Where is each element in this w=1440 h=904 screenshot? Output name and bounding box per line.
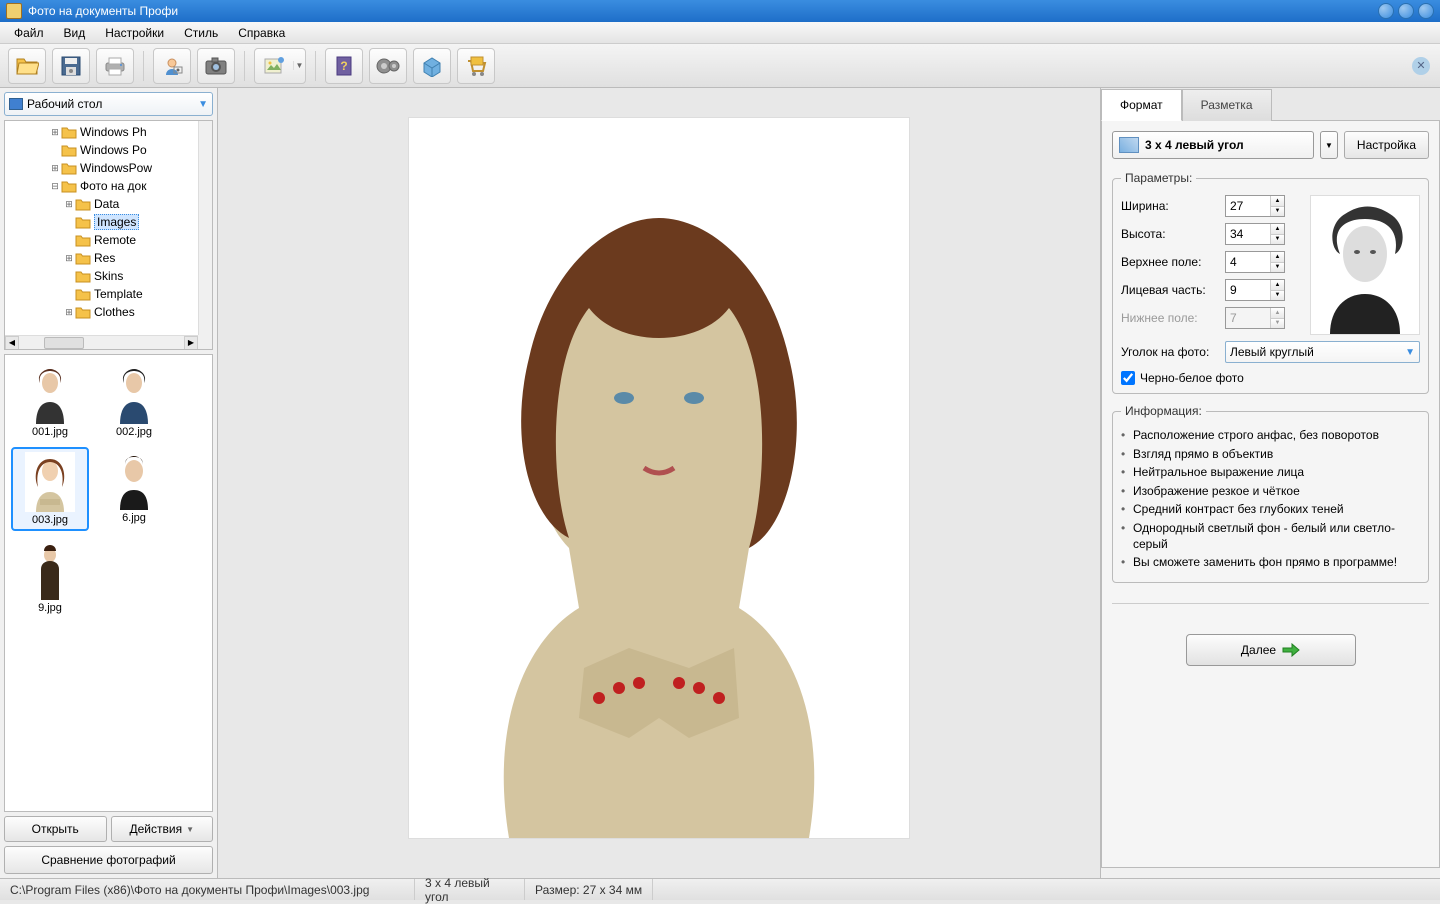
app-icon bbox=[6, 3, 22, 19]
canvas-area bbox=[218, 88, 1100, 878]
thumbnail-item[interactable]: 9.jpg bbox=[11, 537, 89, 617]
menu-settings[interactable]: Настройки bbox=[97, 24, 172, 42]
close-button[interactable] bbox=[1418, 3, 1434, 19]
thumbnail-item[interactable]: 003.jpg bbox=[11, 447, 89, 531]
tree-item[interactable]: Windows Po bbox=[7, 141, 210, 159]
status-path: C:\Program Files (x86)\Фото на документы… bbox=[0, 879, 415, 900]
menubar: Файл Вид Настройки Стиль Справка bbox=[0, 22, 1440, 44]
bw-checkbox[interactable]: Черно-белое фото bbox=[1121, 371, 1420, 385]
menu-file[interactable]: Файл bbox=[6, 24, 52, 42]
package-button[interactable] bbox=[413, 48, 451, 84]
bottom-label: Нижнее поле: bbox=[1121, 311, 1219, 325]
tree-vscroll[interactable] bbox=[198, 121, 212, 335]
cart-button[interactable] bbox=[457, 48, 495, 84]
tree-hscroll[interactable]: ◀ ▶ bbox=[5, 335, 198, 349]
scroll-right-icon[interactable]: ▶ bbox=[184, 336, 198, 350]
info-item: Однородный светлый фон - белый или светл… bbox=[1121, 521, 1420, 552]
close-panel-icon[interactable]: ✕ bbox=[1412, 57, 1430, 75]
corner-combo[interactable]: Левый круглый▼ bbox=[1225, 341, 1420, 363]
window-title: Фото на документы Профи bbox=[28, 4, 1378, 18]
thumbnail-item[interactable]: 001.jpg bbox=[11, 361, 89, 441]
info-item: Средний контраст без глубоких теней bbox=[1121, 502, 1420, 518]
location-label: Рабочий стол bbox=[27, 97, 102, 111]
open-folder-button[interactable] bbox=[8, 48, 46, 84]
height-spinner[interactable]: 34▲▼ bbox=[1225, 223, 1285, 245]
toolbar: ▼ ? ✕ bbox=[0, 44, 1440, 88]
tree-item[interactable]: ⊞Windows Ph bbox=[7, 123, 210, 141]
bottom-spinner: 7▲▼ bbox=[1225, 307, 1285, 329]
statusbar: C:\Program Files (x86)\Фото на документы… bbox=[0, 878, 1440, 900]
help2-button[interactable]: ? bbox=[325, 48, 363, 84]
info-item: Вы сможете заменить фон прямо в программ… bbox=[1121, 555, 1420, 571]
next-button[interactable]: Далее bbox=[1186, 634, 1356, 666]
video-button[interactable] bbox=[369, 48, 407, 84]
tree-item[interactable]: Remote bbox=[7, 231, 210, 249]
preview-thumbnail bbox=[1310, 195, 1420, 335]
sidebar: Рабочий стол ▼ ⊞Windows PhWindows Po⊞Win… bbox=[0, 88, 218, 878]
photo-canvas[interactable] bbox=[409, 118, 909, 838]
tree-item[interactable]: ⊞Clothes bbox=[7, 303, 210, 321]
tree-item[interactable]: Images bbox=[7, 213, 210, 231]
face-detect-button[interactable] bbox=[153, 48, 191, 84]
tree-item[interactable]: Template bbox=[7, 285, 210, 303]
status-preset: 3 x 4 левый угол bbox=[415, 879, 525, 900]
menu-view[interactable]: Вид bbox=[56, 24, 94, 42]
actions-button[interactable]: Действия▼ bbox=[111, 816, 214, 842]
width-label: Ширина: bbox=[1121, 199, 1219, 213]
open-button[interactable]: Открыть bbox=[4, 816, 107, 842]
height-label: Высота: bbox=[1121, 227, 1219, 241]
tree-item[interactable]: ⊞Data bbox=[7, 195, 210, 213]
preset-dropdown[interactable]: ▼ bbox=[1320, 131, 1338, 159]
arrow-right-icon bbox=[1282, 643, 1300, 657]
tree-item[interactable]: ⊞Res bbox=[7, 249, 210, 267]
titlebar: Фото на документы Профи bbox=[0, 0, 1440, 22]
scroll-thumb[interactable] bbox=[44, 337, 84, 349]
top-spinner[interactable]: 4▲▼ bbox=[1225, 251, 1285, 273]
tree-item[interactable]: ⊞WindowsPow bbox=[7, 159, 210, 177]
maximize-button[interactable] bbox=[1398, 3, 1414, 19]
tab-format[interactable]: Формат bbox=[1101, 89, 1182, 121]
print-button[interactable] bbox=[96, 48, 134, 84]
params-legend: Параметры: bbox=[1121, 171, 1196, 185]
svg-text:?: ? bbox=[340, 59, 347, 73]
info-item: Нейтральное выражение лица bbox=[1121, 465, 1420, 481]
minimize-button[interactable] bbox=[1378, 3, 1394, 19]
face-spinner[interactable]: 9▲▼ bbox=[1225, 279, 1285, 301]
face-label: Лицевая часть: bbox=[1121, 283, 1219, 297]
menu-help[interactable]: Справка bbox=[230, 24, 293, 42]
compare-button[interactable]: Сравнение фотографий bbox=[4, 846, 213, 874]
thumbnail-item[interactable]: 6.jpg bbox=[95, 447, 173, 531]
preset-combo[interactable]: 3 x 4 левый угол bbox=[1112, 131, 1314, 159]
location-combo[interactable]: Рабочий стол ▼ bbox=[4, 92, 213, 116]
width-spinner[interactable]: 27▲▼ bbox=[1225, 195, 1285, 217]
info-item: Изображение резкое и чёткое bbox=[1121, 484, 1420, 500]
settings-button[interactable]: Настройка bbox=[1344, 131, 1429, 159]
info-item: Взгляд прямо в объектив bbox=[1121, 447, 1420, 463]
folder-tree[interactable]: ⊞Windows PhWindows Po⊞WindowsPow⊟Фото на… bbox=[4, 120, 213, 350]
preset-label: 3 x 4 левый угол bbox=[1145, 138, 1244, 152]
tree-item[interactable]: Skins bbox=[7, 267, 210, 285]
info-legend: Информация: bbox=[1121, 404, 1206, 418]
info-item: Расположение строго анфас, без поворотов bbox=[1121, 428, 1420, 444]
camera-button[interactable] bbox=[197, 48, 235, 84]
desktop-icon bbox=[9, 98, 23, 110]
preset-icon bbox=[1119, 137, 1139, 153]
scroll-left-icon[interactable]: ◀ bbox=[5, 336, 19, 350]
thumbnail-item[interactable]: 002.jpg bbox=[95, 361, 173, 441]
thumbnails: 001.jpg002.jpg003.jpg6.jpg9.jpg bbox=[4, 354, 213, 812]
tab-layout[interactable]: Разметка bbox=[1182, 89, 1272, 121]
top-label: Верхнее поле: bbox=[1121, 255, 1219, 269]
save-button[interactable] bbox=[52, 48, 90, 84]
chevron-down-icon: ▼ bbox=[198, 99, 208, 110]
info-group: Информация: Расположение строго анфас, б… bbox=[1112, 404, 1429, 583]
effects-dropdown[interactable]: ▼ bbox=[293, 61, 305, 70]
tree-item[interactable]: ⊟Фото на док bbox=[7, 177, 210, 195]
corner-label: Уголок на фото: bbox=[1121, 345, 1219, 359]
parameters-group: Параметры: Ширина: 27▲▼ Высота: 34▲▼ Верхн… bbox=[1112, 171, 1429, 394]
menu-style[interactable]: Стиль bbox=[176, 24, 226, 42]
effects-button[interactable]: ▼ bbox=[254, 48, 306, 84]
status-size: Размер: 27 x 34 мм bbox=[525, 879, 653, 900]
right-panel: Формат Разметка 3 x 4 левый угол ▼ Настр… bbox=[1100, 88, 1440, 878]
